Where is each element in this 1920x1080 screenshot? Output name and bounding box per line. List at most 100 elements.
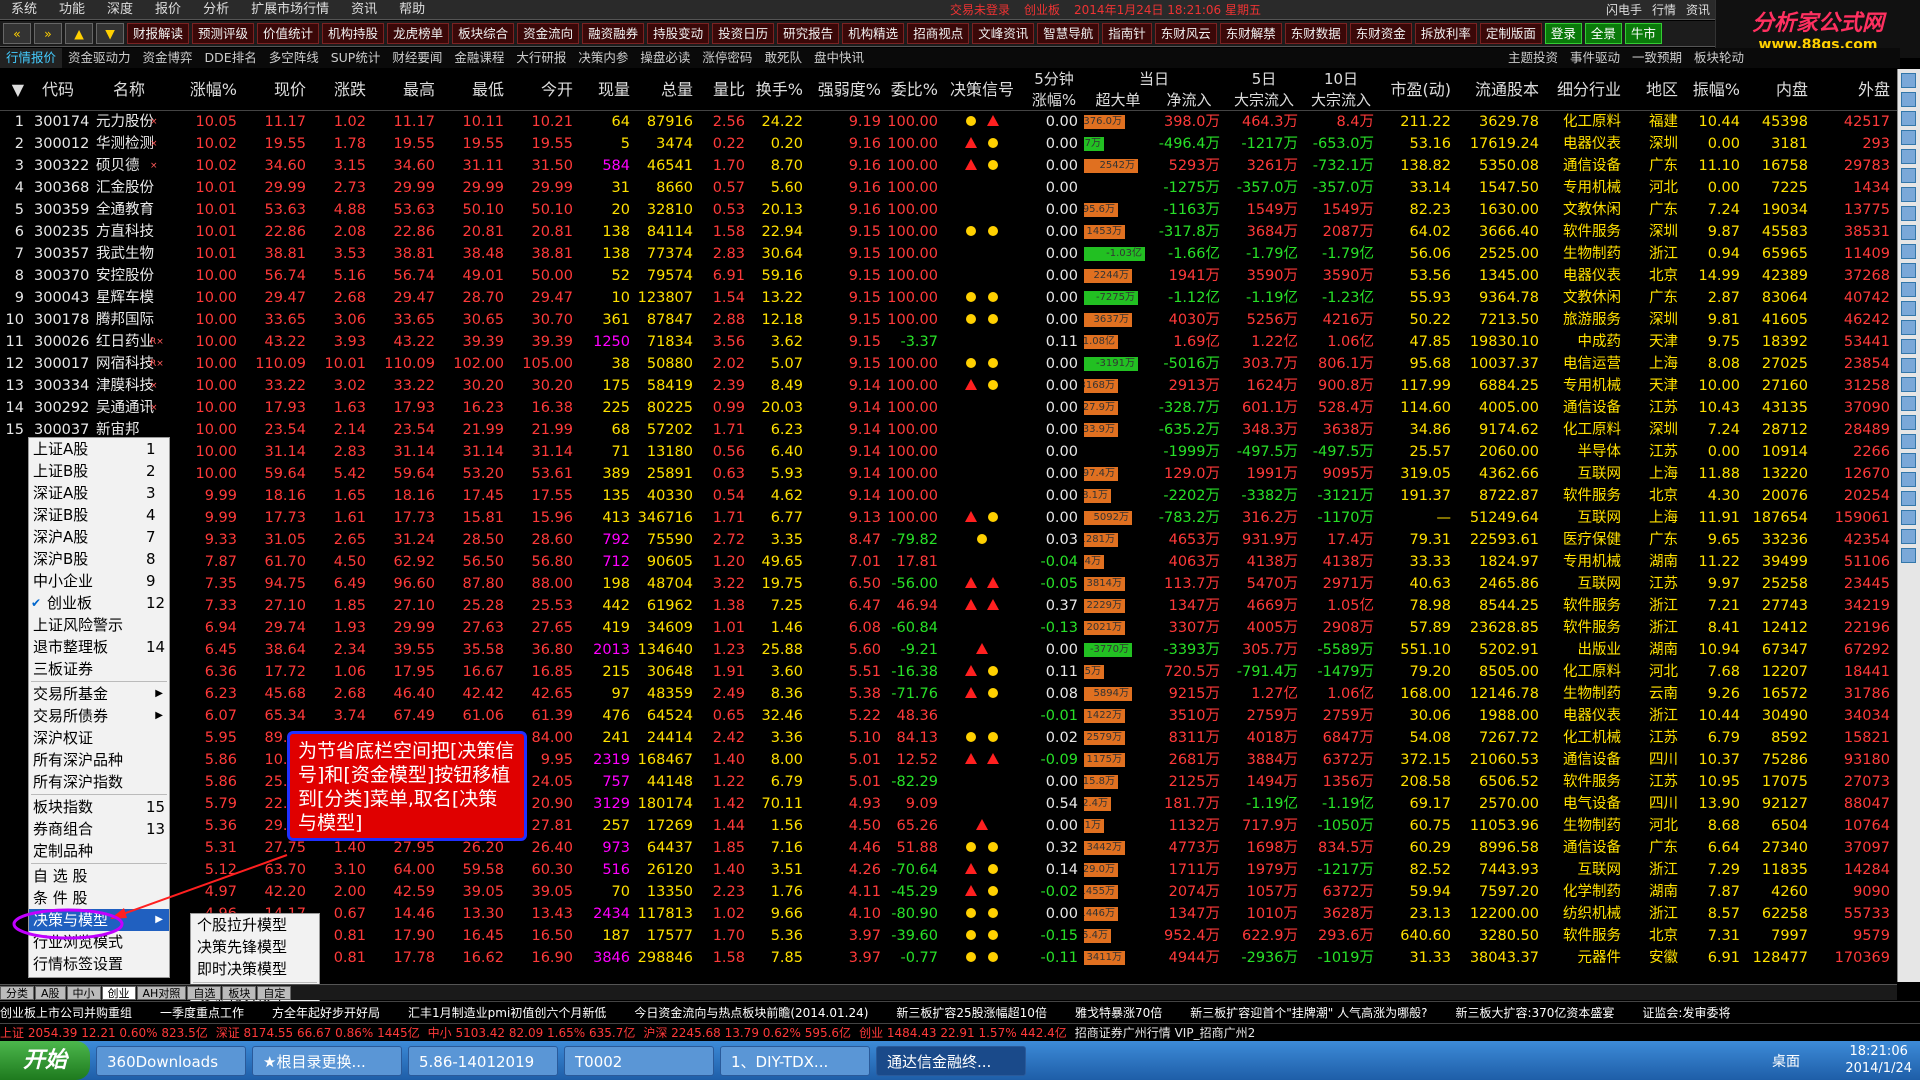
menu-item-3[interactable]: 深证B股 4: [29, 504, 169, 526]
tab-2[interactable]: 资金博弈: [137, 48, 199, 68]
toolbar-button-0[interactable]: 财报解读: [127, 23, 190, 44]
tool-icon[interactable]: [1901, 225, 1916, 240]
table-row[interactable]: 2 300012 华测检测 10.02 19.55 1.78 19.55 19.55 19.55…: [0, 133, 1897, 155]
table-row[interactable]: 11 300026 红日药业 10.00 43.22 3.93 43.22 39.39 39.3…: [0, 331, 1897, 353]
header-open[interactable]: 今开: [510, 69, 577, 111]
tool-icon[interactable]: [1901, 263, 1916, 278]
table-row[interactable]: 6.07 65.34 3.74 67.49 61.06 61.39 476 64524 0.65…: [0, 705, 1897, 727]
tab-13[interactable]: 盘中快讯: [808, 48, 870, 68]
menu-item-18[interactable]: 板块指数 15: [29, 796, 169, 818]
header-sig[interactable]: 决策信号: [944, 69, 1024, 111]
table-row[interactable]: 12 300017 网宿科技 10.00 110.09 10.01 110.09 102.00…: [0, 353, 1897, 375]
table-row[interactable]: 6.23 45.68 2.68 46.40 42.42 42.65 97 48359 2.49 8…: [0, 683, 1897, 705]
news-item[interactable]: 创业板上市公司并购重组: [0, 1004, 132, 1021]
header-high[interactable]: 最高: [372, 69, 439, 111]
tab-11[interactable]: 涨停密码: [696, 48, 758, 68]
toolbar-button-14[interactable]: 智慧导航: [1037, 23, 1100, 44]
tab-4[interactable]: 多空阵线: [263, 48, 325, 68]
menu-item-0[interactable]: 系统: [0, 0, 48, 20]
bottom-tab-0[interactable]: 分类: [0, 985, 34, 1000]
toolbar-button-10[interactable]: 研究报告: [777, 23, 840, 44]
taskbar-task-1[interactable]: ★根目录更换...: [252, 1045, 402, 1076]
toolbar-button-13[interactable]: 文峰资讯: [972, 23, 1035, 44]
menu-item-1[interactable]: 功能: [48, 0, 96, 20]
table-row[interactable]: 6.45 38.64 2.34 39.55 35.58 36.80 2013 134640 1.…: [0, 639, 1897, 661]
tool-icon[interactable]: [1901, 472, 1916, 487]
menu-item-8[interactable]: 上证风险警示: [29, 614, 169, 636]
menu-item-7[interactable]: 帮助: [388, 0, 436, 20]
header-amp[interactable]: 振幅%: [1684, 69, 1744, 111]
menu-item-26[interactable]: 行情标签设置: [29, 953, 169, 975]
table-row[interactable]: 1 300174 元力股份 10.05 11.17 1.02 11.17 10.11 10.21…: [0, 111, 1897, 133]
menu-item-16[interactable]: 所有深沪指数: [29, 771, 169, 793]
table-row[interactable]: 5.31 27.75 1.40 27.95 26.20 26.40 973 64437 1.85…: [0, 837, 1897, 859]
tab-3[interactable]: DDE排名: [199, 48, 263, 68]
table-row[interactable]: 14 300292 吴通通讯 10.00 17.93 1.63 17.93 16.23 16.3…: [0, 397, 1897, 419]
tool-icon[interactable]: [1901, 491, 1916, 506]
table-row[interactable]: 15 300037 新宙邦 10.00 23.54 2.14 23.54 21.99 21.99…: [0, 419, 1897, 441]
header-ind[interactable]: 细分行业: [1545, 69, 1625, 111]
tool-icon[interactable]: [1901, 301, 1916, 316]
tool-icon[interactable]: [1901, 187, 1916, 202]
menu-item-2[interactable]: 深证A股 3: [29, 482, 169, 504]
bottom-tab-6[interactable]: 板块: [222, 985, 257, 1000]
taskbar-task-0[interactable]: 360Downloads: [96, 1045, 246, 1076]
table-row[interactable]: 6.36 17.72 1.06 17.95 16.67 16.85 215 30648 1.91…: [0, 661, 1897, 683]
tab-9[interactable]: 决策内参: [572, 48, 634, 68]
menu-item-14[interactable]: 深沪权证: [29, 727, 169, 749]
menu-item-1[interactable]: 上证B股 2: [29, 460, 169, 482]
news-item[interactable]: 新三板扩容迎首个"挂牌潮" 人气高涨为哪般?: [1190, 1004, 1427, 1021]
menu-item-9[interactable]: 退市整理板 14: [29, 636, 169, 658]
toolbar-button-20[interactable]: 拆放利率: [1414, 23, 1477, 44]
toolbar-button-19[interactable]: 东财资金: [1349, 23, 1412, 44]
header-strength[interactable]: 强弱度%: [809, 69, 885, 111]
tool-icon[interactable]: [1901, 377, 1916, 392]
news-item[interactable]: 新三板大扩容:370亿资本盛宴: [1455, 1004, 1614, 1021]
submenu-item-1[interactable]: 决策先锋模型: [191, 936, 319, 958]
table-row[interactable]: 5.9589.005.0089.3984.0084.00241244142.42…: [0, 727, 1897, 749]
table-row[interactable]: 9 300043 星辉车模 10.00 29.47 2.68 29.47 28.70 29.47…: [0, 287, 1897, 309]
toolbar-button-2[interactable]: 价值统计: [257, 23, 320, 44]
menu-item-3[interactable]: 报价: [144, 0, 192, 20]
toolbar-button-5[interactable]: 板块综合: [452, 23, 515, 44]
table-row[interactable]: 9.33 31.05 2.65 31.24 28.50 28.60 792 75590 2.72…: [0, 529, 1897, 551]
news-item[interactable]: 今日资金流向与热点板块前瞻(2014.01.24): [634, 1004, 868, 1021]
toolbar-button-4[interactable]: 龙虎榜单: [387, 23, 450, 44]
menu-item-12[interactable]: 交易所基金 ▶: [29, 683, 169, 705]
toolbar-button-1[interactable]: 预测评级: [192, 23, 255, 44]
table-row[interactable]: 5.7922.111.2122.4020.5120.9031291801741.…: [0, 793, 1897, 815]
tab-right-3[interactable]: 板块轮动: [1688, 48, 1750, 68]
menu-item-2[interactable]: 深度: [96, 0, 144, 20]
toolbar-nav-3[interactable]: ▼: [96, 23, 124, 44]
table-row[interactable]: 5 300359 全通教育 10.01 53.63 4.88 53.63 50.10 50.10…: [0, 199, 1897, 221]
bottom-tab-1[interactable]: A股: [35, 985, 66, 1000]
news-item[interactable]: 方全年起好步开好局: [272, 1004, 380, 1021]
header-name[interactable]: 名称: [92, 69, 170, 111]
bottom-tab-2[interactable]: 中小: [66, 985, 101, 1000]
header-turn[interactable]: 换手%: [751, 69, 807, 111]
table-row[interactable]: 5.8625.841.4326.1624.0624.05757441481.22…: [0, 771, 1897, 793]
table-row[interactable]: 10.00 31.14 2.83 31.14 31.14 31.14 71 13180 0.56…: [0, 441, 1897, 463]
header-price[interactable]: 现价: [244, 69, 310, 111]
tool-icon[interactable]: [1901, 206, 1916, 221]
menu-item-6[interactable]: 资讯: [340, 0, 388, 20]
header-vol[interactable]: 现量: [579, 69, 634, 111]
header-chg[interactable]: 涨跌: [312, 69, 370, 111]
toolbar-button-11[interactable]: 机构精选: [842, 23, 905, 44]
tab-1[interactable]: 资金驱动力: [62, 48, 137, 68]
news-item[interactable]: 汇丰1月制造业pmi初值创六个月新低: [408, 1004, 606, 1021]
tab-7[interactable]: 金融课程: [448, 48, 510, 68]
toolbar-button-17[interactable]: 东财解禁: [1219, 23, 1282, 44]
table-row[interactable]: 7.87 61.70 4.50 62.92 56.50 56.80 712 90605 1.20…: [0, 551, 1897, 573]
tool-icon[interactable]: [1901, 244, 1916, 259]
tool-icon[interactable]: [1901, 73, 1916, 88]
tab-5[interactable]: SUP统计: [325, 48, 387, 68]
table-row[interactable]: 6.94 29.74 1.93 29.99 27.63 27.65 419 34609 1.01…: [0, 617, 1897, 639]
menubar-right-0[interactable]: 闪电手: [1606, 0, 1642, 20]
header-qr[interactable]: 量比: [699, 69, 749, 111]
table-row[interactable]: 13 300334 津膜科技 10.00 33.22 3.02 33.22 30.20 30.2…: [0, 375, 1897, 397]
menu-item-25[interactable]: 行业浏览模式: [29, 931, 169, 953]
menu-item-5[interactable]: 深沪B股 8: [29, 548, 169, 570]
toolbar-nav-1[interactable]: »: [34, 23, 62, 44]
menubar-right-2[interactable]: 资讯: [1686, 0, 1710, 20]
